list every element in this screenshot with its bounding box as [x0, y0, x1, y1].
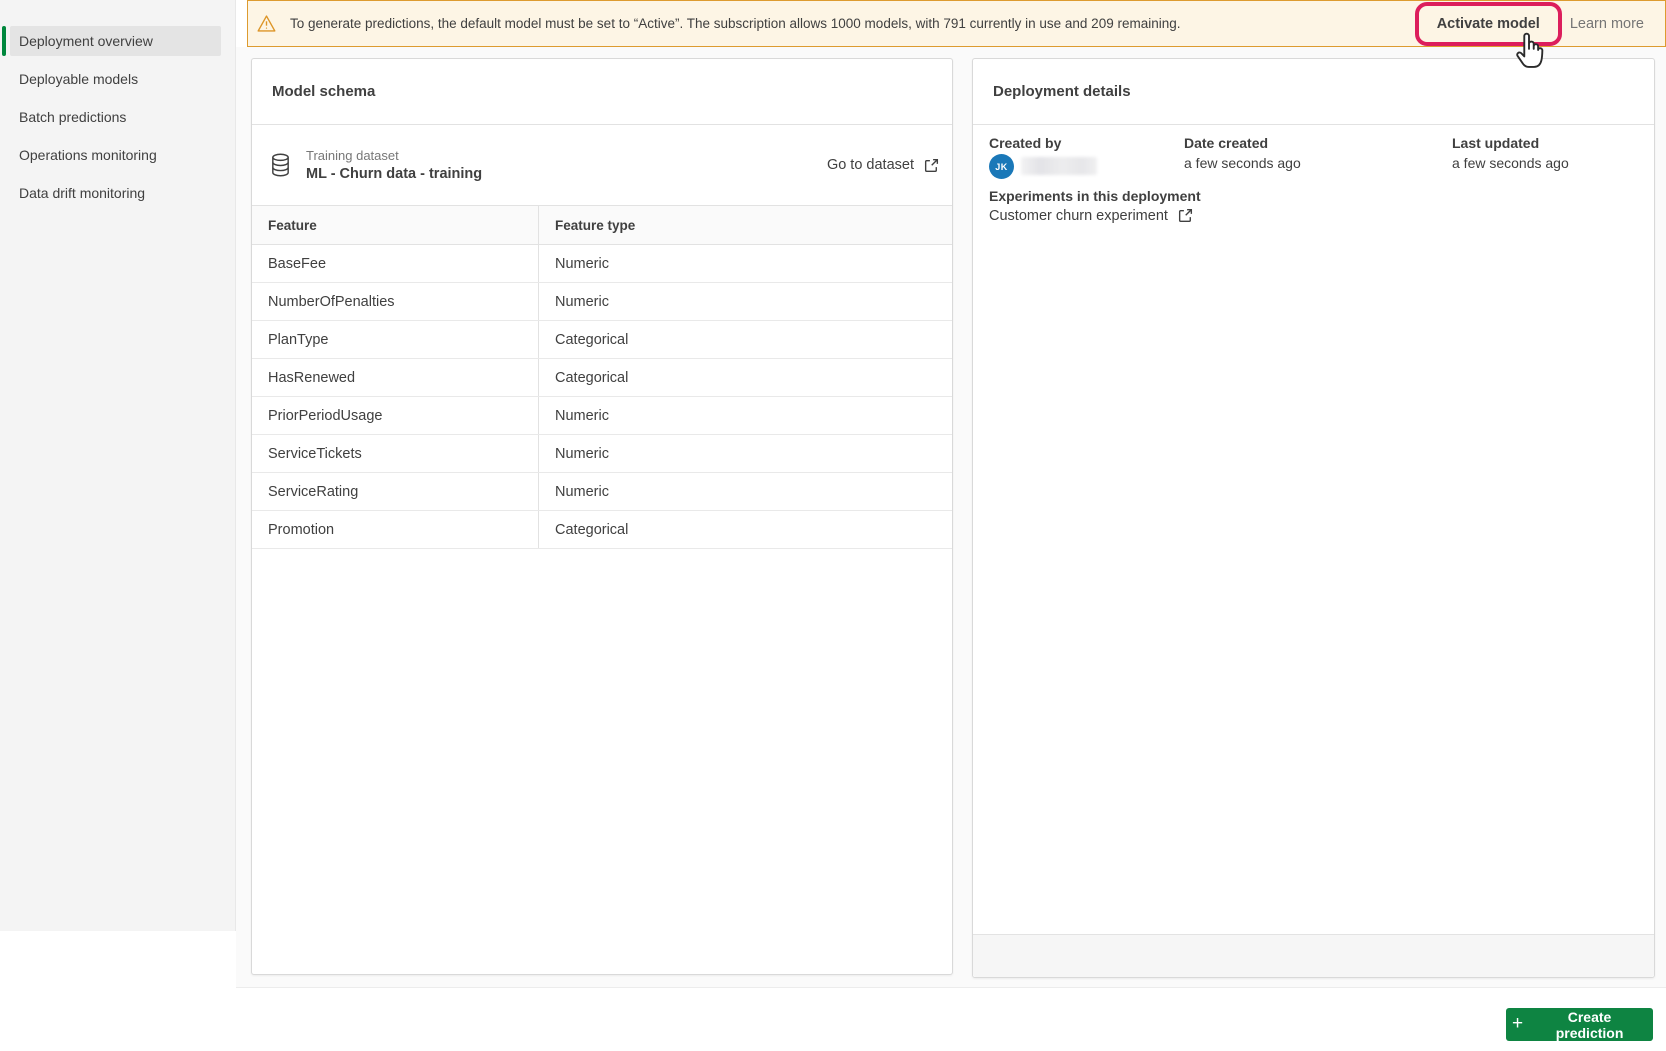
database-icon	[269, 152, 292, 178]
feature-type-cell: Numeric	[539, 435, 952, 472]
training-dataset-label: Training dataset	[306, 147, 482, 164]
details-card-footer	[973, 934, 1654, 977]
feature-type-cell: Categorical	[539, 321, 952, 358]
training-dataset-name: ML - Churn data - training	[306, 164, 482, 184]
sidebar-item-label: Operations monitoring	[19, 147, 157, 163]
table-row: PriorPeriodUsage Numeric	[252, 397, 952, 435]
feature-type-cell: Numeric	[539, 245, 952, 282]
avatar: JK	[989, 154, 1014, 179]
feature-cell: NumberOfPenalties	[252, 283, 539, 320]
warning-icon	[256, 13, 277, 34]
feature-cell: Promotion	[252, 511, 539, 548]
create-prediction-button[interactable]: + Create prediction	[1506, 1008, 1653, 1041]
deployment-details-card: Deployment details Created by JK Date cr…	[972, 58, 1655, 978]
experiment-link-label: Customer churn experiment	[989, 208, 1168, 224]
feature-type-cell: Numeric	[539, 397, 952, 434]
feature-type-cell: Categorical	[539, 359, 952, 396]
sidebar-item-label: Batch predictions	[19, 109, 126, 125]
warning-message: To generate predictions, the default mod…	[290, 16, 1181, 31]
feature-cell: ServiceRating	[252, 473, 539, 510]
go-to-dataset-label: Go to dataset	[827, 157, 914, 173]
go-to-dataset-link[interactable]: Go to dataset	[827, 157, 940, 174]
date-created-value: a few seconds ago	[1184, 155, 1301, 171]
deployment-details-title: Deployment details	[973, 59, 1654, 125]
sidebar-item-deployment-overview[interactable]: Deployment overview	[10, 26, 221, 56]
sidebar-item-label: Data drift monitoring	[19, 185, 145, 201]
feature-cell: BaseFee	[252, 245, 539, 282]
feature-type-cell: Numeric	[539, 283, 952, 320]
banner-actions: Activate model Learn more	[1437, 15, 1665, 33]
table-row: ServiceTickets Numeric	[252, 435, 952, 473]
external-link-icon	[1177, 207, 1194, 224]
experiment-link[interactable]: Customer churn experiment	[989, 207, 1194, 224]
create-prediction-label: Create prediction	[1532, 1009, 1647, 1041]
table-row: PlanType Categorical	[252, 321, 952, 359]
table-row: BaseFee Numeric	[252, 245, 952, 283]
sidebar-item-deployable-models[interactable]: Deployable models	[10, 64, 221, 94]
last-updated-label: Last updated	[1452, 135, 1539, 151]
table-row: ServiceRating Numeric	[252, 473, 952, 511]
date-created-label: Date created	[1184, 135, 1268, 151]
column-header-feature-type: Feature type	[539, 206, 952, 244]
feature-cell: PriorPeriodUsage	[252, 397, 539, 434]
last-updated-value: a few seconds ago	[1452, 155, 1569, 171]
active-indicator	[2, 26, 6, 56]
table-row: HasRenewed Categorical	[252, 359, 952, 397]
plus-icon: +	[1512, 1014, 1523, 1033]
sidebar-item-batch-predictions[interactable]: Batch predictions	[10, 102, 221, 132]
learn-more-link[interactable]: Learn more	[1570, 16, 1644, 32]
sidebar-item-label: Deployable models	[19, 71, 138, 87]
app-window: Deployment overview Deployable models Ba…	[0, 0, 1666, 1051]
feature-type-cell: Numeric	[539, 473, 952, 510]
created-by-label: Created by	[989, 135, 1061, 151]
dataset-text: Training dataset ML - Churn data - train…	[306, 147, 482, 184]
table-row: NumberOfPenalties Numeric	[252, 283, 952, 321]
feature-cell: ServiceTickets	[252, 435, 539, 472]
cursor-icon	[1510, 30, 1548, 74]
column-header-feature: Feature	[252, 206, 539, 244]
sidebar-item-label: Deployment overview	[19, 33, 153, 49]
model-schema-title: Model schema	[252, 59, 952, 125]
training-dataset-row: Training dataset ML - Churn data - train…	[252, 125, 952, 205]
sidebar: Deployment overview Deployable models Ba…	[0, 0, 236, 931]
warning-banner: To generate predictions, the default mod…	[247, 0, 1666, 47]
table-row: Promotion Categorical	[252, 511, 952, 549]
feature-cell: PlanType	[252, 321, 539, 358]
feature-cell: HasRenewed	[252, 359, 539, 396]
main-content: Model schema Training dataset ML - Churn…	[236, 47, 1666, 988]
sidebar-item-data-drift-monitoring[interactable]: Data drift monitoring	[10, 178, 221, 208]
created-by-name-redacted	[1021, 157, 1097, 175]
external-link-icon	[923, 157, 940, 174]
experiments-label: Experiments in this deployment	[989, 188, 1201, 204]
model-schema-card: Model schema Training dataset ML - Churn…	[251, 58, 953, 975]
schema-table-header: Feature Feature type	[252, 205, 952, 245]
sidebar-item-operations-monitoring[interactable]: Operations monitoring	[10, 140, 221, 170]
feature-type-cell: Categorical	[539, 511, 952, 548]
